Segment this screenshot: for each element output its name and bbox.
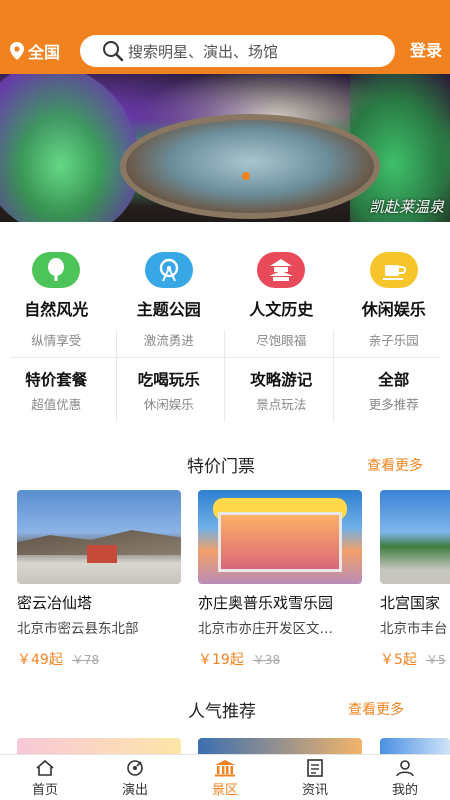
- tab-performance[interactable]: 演出: [90, 755, 180, 800]
- divider: [10, 357, 440, 358]
- category-subtitles: 纵情享受 激流勇进 尽饱眼福 亲子乐园: [0, 330, 450, 352]
- ferris-wheel-icon: [144, 252, 193, 288]
- quick-link-subtitle: 更多推荐: [368, 397, 419, 412]
- category-subtitle: 亲子乐园: [368, 333, 419, 348]
- banner-image-pool: [120, 114, 380, 219]
- banner-image-cave: [0, 74, 140, 222]
- ticket-image: [380, 490, 450, 584]
- ticket-original-price: ￥5: [426, 653, 446, 667]
- ticket-image: [198, 490, 362, 584]
- location-selector[interactable]: 全国: [10, 39, 74, 63]
- quick-link-subtitle: 休闲娱乐: [143, 397, 194, 412]
- ticket-image: [17, 490, 181, 584]
- carousel-indicator: [242, 172, 250, 180]
- ticket-original-price: ￥38: [252, 653, 281, 667]
- tickets-more-link[interactable]: 查看更多: [367, 455, 423, 475]
- profile-icon: [396, 760, 414, 777]
- home-icon: [36, 759, 54, 776]
- tab-scenic[interactable]: 景区: [180, 755, 270, 800]
- section-title-tickets: 特价门票: [187, 457, 255, 477]
- search-input[interactable]: 搜索明星、演出、场馆: [80, 35, 395, 67]
- pagoda-icon: [257, 252, 306, 288]
- tab-home[interactable]: 首页: [0, 755, 90, 800]
- news-icon: [307, 759, 323, 777]
- category-label: 主题公园: [136, 300, 201, 319]
- banner-caption: 凯赴莱温泉: [368, 198, 444, 216]
- category-subtitle: 尽饱眼福: [256, 333, 307, 348]
- scenic-icon: [215, 760, 235, 777]
- quick-link-special-package[interactable]: 特价套餐 超值优惠: [0, 368, 113, 418]
- bottom-tab-bar: 首页 演出 景区 资讯 我的: [0, 754, 450, 800]
- tab-news[interactable]: 资讯: [270, 755, 360, 800]
- ticket-original-price: ￥78: [71, 653, 100, 667]
- performance-icon: [127, 760, 143, 776]
- location-pin-icon: [10, 42, 24, 60]
- section-title-popular: 人气推荐: [188, 702, 256, 722]
- tab-label: 景区: [211, 783, 238, 798]
- quick-link-title: 吃喝玩乐: [137, 371, 200, 389]
- ticket-name: 亦庄奥普乐戏雪乐园: [198, 594, 334, 612]
- category-label: 人文历史: [249, 300, 314, 319]
- ticket-price: ￥5起: [380, 652, 417, 668]
- ticket-price: ￥49起: [17, 652, 63, 668]
- login-button[interactable]: 登录: [410, 28, 442, 74]
- popular-card[interactable]: [17, 738, 181, 754]
- tab-label: 资讯: [301, 783, 328, 798]
- ticket-list: 密云冶仙塔 北京市密云县东北部 ￥49起 ￥78 亦庄奥普乐戏雪乐园 北京市亦庄…: [0, 490, 450, 670]
- search-icon: [103, 41, 124, 62]
- quick-link-title: 特价套餐: [25, 371, 88, 389]
- category-grid: 自然风光 主题公园 人文历史 休闲娱乐: [0, 252, 450, 322]
- ticket-price: ￥19起: [198, 652, 244, 668]
- tree-icon: [32, 252, 81, 288]
- coffee-cup-icon: [369, 252, 418, 288]
- category-label: 休闲娱乐: [361, 300, 426, 319]
- ticket-name: 北宫国家: [380, 594, 441, 612]
- category-leisure[interactable]: 休闲娱乐: [338, 252, 450, 322]
- quick-link-all[interactable]: 全部 更多推荐: [338, 368, 450, 418]
- quick-link-title: 全部: [378, 371, 410, 389]
- popular-more-link[interactable]: 查看更多: [348, 699, 404, 719]
- category-label: 自然风光: [24, 300, 89, 319]
- category-subtitle: 激流勇进: [143, 333, 194, 348]
- quick-link-title: 攻略游记: [250, 371, 313, 389]
- quick-link-subtitle: 超值优惠: [31, 397, 82, 412]
- tab-label: 我的: [391, 783, 418, 798]
- category-theme-park[interactable]: 主题公园: [113, 252, 226, 322]
- ticket-card[interactable]: 北宫国家 北京市丰台 ￥5起 ￥5: [380, 490, 450, 669]
- popular-list: [0, 738, 450, 754]
- top-bar: 全国 搜索明星、演出、场馆 登录: [0, 28, 450, 74]
- ticket-address: 北京市密云县东北部: [17, 621, 139, 637]
- category-natural-scenery[interactable]: 自然风光: [0, 252, 113, 322]
- category-culture-history[interactable]: 人文历史: [225, 252, 338, 322]
- quick-links: 特价套餐 超值优惠 吃喝玩乐 休闲娱乐 攻略游记 景点玩法 全部 更多推荐: [0, 368, 450, 418]
- ticket-card[interactable]: 亦庄奥普乐戏雪乐园 北京市亦庄开发区文… ￥19起 ￥38: [198, 490, 362, 669]
- location-label: 全国: [28, 43, 61, 62]
- ticket-name: 密云冶仙塔: [17, 594, 93, 612]
- quick-link-food-fun[interactable]: 吃喝玩乐 休闲娱乐: [113, 368, 226, 418]
- ticket-address: 北京市丰台: [380, 621, 448, 637]
- ticket-address: 北京市亦庄开发区文…: [198, 621, 333, 637]
- category-subtitle: 纵情享受: [31, 333, 82, 348]
- tab-label: 演出: [121, 783, 148, 798]
- ticket-card[interactable]: 密云冶仙塔 北京市密云县东北部 ￥49起 ￥78: [17, 490, 181, 669]
- search-placeholder: 搜索明星、演出、场馆: [128, 42, 279, 61]
- quick-link-travel-guides[interactable]: 攻略游记 景点玩法: [225, 368, 338, 418]
- tab-label: 首页: [31, 783, 58, 798]
- quick-link-subtitle: 景点玩法: [256, 397, 307, 412]
- tab-profile[interactable]: 我的: [360, 755, 450, 800]
- popular-card[interactable]: [198, 738, 362, 754]
- popular-card[interactable]: [380, 738, 450, 754]
- status-bar: [0, 0, 450, 28]
